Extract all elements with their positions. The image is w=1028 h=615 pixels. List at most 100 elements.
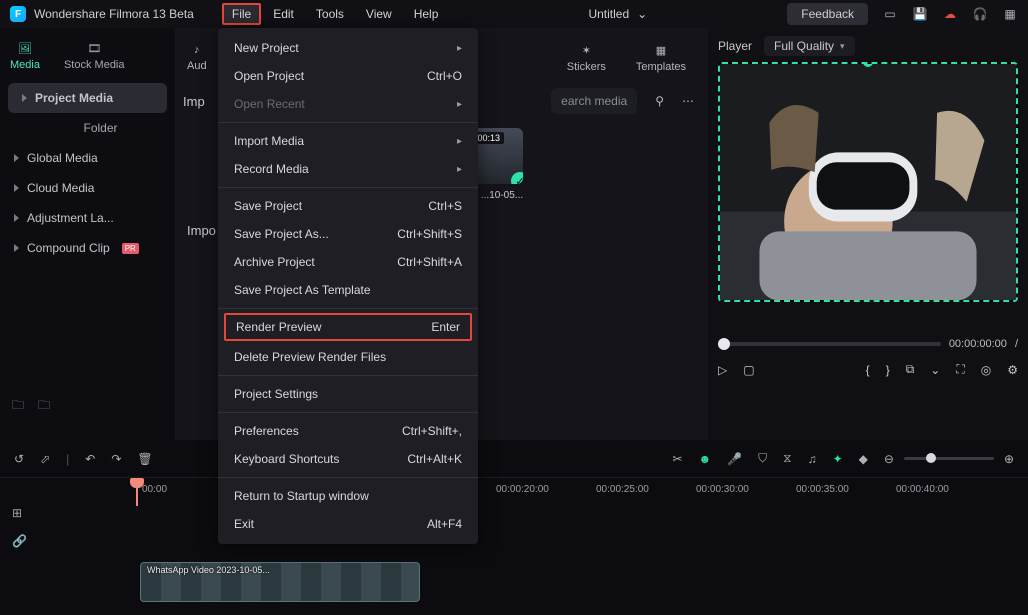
enhance-icon[interactable]: ✦	[833, 452, 843, 466]
file-menu-preferences[interactable]: PreferencesCtrl+Shift+,	[218, 417, 478, 445]
zoom-knob[interactable]	[926, 453, 936, 463]
search-input[interactable]: earch media	[551, 88, 637, 114]
menu-item-shortcut: Ctrl+Shift+S	[397, 227, 462, 241]
ruler-label: 00:00	[142, 484, 167, 495]
cloud-upload-icon[interactable]: ☁	[942, 6, 958, 22]
tab-stickers[interactable]: ✶ Stickers	[567, 44, 606, 73]
tab-media[interactable]: 🖼 Media	[10, 42, 40, 71]
scrub-track[interactable]	[718, 342, 941, 346]
timeline-panel: ↺ ⬀ | ↶ ↷ 🗑 ✂ ☻ 🎤 ⛉ ⧖ ♫ ✦ ◆ ⊖ ⊕ 00:0000:…	[0, 440, 1028, 615]
expand-icon[interactable]: ⛶	[956, 362, 964, 377]
scrub-bar[interactable]: 00:00:00:00 /	[718, 338, 1018, 350]
redo2-icon[interactable]: ↷	[111, 452, 121, 466]
file-menu-import-media[interactable]: Import Media▸	[218, 127, 478, 155]
file-menu-keyboard-shortcuts[interactable]: Keyboard ShortcutsCtrl+Alt+K	[218, 445, 478, 473]
stop-icon[interactable]: ▢	[743, 363, 754, 377]
chevron-down-icon: ▾	[840, 41, 845, 52]
tab-audio[interactable]: ♪ Aud	[187, 44, 207, 72]
tab-media-label: Media	[10, 59, 40, 71]
sidebar-item-adjustment-layer[interactable]: Adjustment La...	[0, 203, 175, 233]
menu-item-shortcut: Enter	[431, 320, 460, 334]
menu-file[interactable]: File	[222, 3, 261, 25]
tab-stock-label: Stock Media	[64, 59, 125, 71]
sidebar-item-global-media[interactable]: Global Media	[0, 143, 175, 173]
menu-separator	[218, 412, 478, 413]
file-menu-new-project[interactable]: New Project▸	[218, 34, 478, 62]
scrub-knob[interactable]	[718, 338, 730, 350]
sidebar-item-cloud-media[interactable]: Cloud Media	[0, 173, 175, 203]
tab-audio-label: Aud	[187, 60, 207, 72]
file-menu-open-project[interactable]: Open ProjectCtrl+O	[218, 62, 478, 90]
file-menu-project-settings[interactable]: Project Settings	[218, 380, 478, 408]
menu-edit[interactable]: Edit	[263, 3, 304, 25]
zoom-out-icon[interactable]: ⊖	[884, 452, 894, 466]
add-track-icon[interactable]: ⊞	[12, 506, 27, 520]
snapshot-icon[interactable]: ◎	[981, 363, 991, 377]
ai-icon[interactable]: ☻	[699, 452, 712, 466]
redo-icon[interactable]: ↺	[14, 452, 24, 466]
marker-icon[interactable]: ◆	[859, 452, 868, 466]
pointer-icon[interactable]: ⬀	[40, 452, 50, 466]
sidebar-item-label: Adjustment La...	[27, 211, 114, 225]
menu-view[interactable]: View	[356, 3, 402, 25]
file-menu-save-project-as-template[interactable]: Save Project As Template	[218, 276, 478, 304]
music-icon[interactable]: ♫	[808, 452, 817, 466]
sidebar-item-folder[interactable]: Folder	[0, 113, 175, 143]
menu-item-label: Preferences	[234, 424, 299, 438]
bracket-close-icon[interactable]: }	[886, 363, 890, 377]
undo-icon[interactable]: ↶	[85, 452, 95, 466]
sidebar-item-label: Global Media	[27, 151, 98, 165]
file-menu-return-to-startup-window[interactable]: Return to Startup window	[218, 482, 478, 510]
file-menu-archive-project[interactable]: Archive ProjectCtrl+Shift+A	[218, 248, 478, 276]
track-icons: ⊞ 🔗	[12, 506, 27, 548]
import-button[interactable]: Imp	[183, 94, 205, 109]
file-menu-exit[interactable]: ExitAlt+F4	[218, 510, 478, 538]
timeline-clip[interactable]: WhatsApp Video 2023-10-05...	[140, 562, 420, 602]
file-menu-record-media[interactable]: Record Media▸	[218, 155, 478, 183]
playhead[interactable]	[136, 478, 138, 506]
app-logo: F	[10, 6, 26, 22]
sidebar: 🖼 Media 🎞 Stock Media Project Media Fold…	[0, 28, 175, 440]
chevron-down-icon[interactable]: ⌄	[930, 363, 940, 377]
more-icon[interactable]: ⋯	[682, 94, 694, 108]
file-menu-save-project[interactable]: Save ProjectCtrl+S	[218, 192, 478, 220]
save-icon[interactable]: 💾	[912, 6, 928, 22]
file-menu-render-preview[interactable]: Render PreviewEnter	[224, 313, 472, 341]
preview-canvas[interactable]	[718, 62, 1018, 302]
tab-templates[interactable]: ▦ Templates	[636, 44, 686, 73]
compare-icon[interactable]: ⧉	[906, 362, 915, 377]
headphones-icon[interactable]: 🎧	[972, 6, 988, 22]
menu-tools[interactable]: Tools	[306, 3, 354, 25]
menu-help[interactable]: Help	[404, 3, 449, 25]
folder-add-icon[interactable]: 🗀	[12, 396, 24, 417]
menu-item-label: Return to Startup window	[234, 489, 369, 503]
bracket-open-icon[interactable]: {	[866, 363, 870, 377]
titlebar: F Wondershare Filmora 13 Beta File Edit …	[0, 0, 1028, 28]
file-menu-save-project-as-[interactable]: Save Project As...Ctrl+Shift+S	[218, 220, 478, 248]
tab-stickers-label: Stickers	[567, 61, 606, 73]
zoom-slider[interactable]	[904, 457, 994, 460]
sidebar-item-project-media[interactable]: Project Media	[8, 83, 167, 113]
sidebar-item-label: Cloud Media	[27, 181, 94, 195]
voice-icon[interactable]: 🎤	[727, 452, 742, 466]
file-menu-delete-preview-render-files[interactable]: Delete Preview Render Files	[218, 343, 478, 371]
settings-icon[interactable]: ⚙	[1007, 363, 1018, 377]
zoom-in-icon[interactable]: ⊕	[1004, 452, 1014, 466]
shield-icon[interactable]: ⛉	[758, 451, 767, 466]
monitor-icon[interactable]: ▭	[882, 6, 898, 22]
apps-grid-icon[interactable]: ▦	[1002, 6, 1018, 22]
feedback-button[interactable]: Feedback	[787, 3, 868, 25]
tab-stock-media[interactable]: 🎞 Stock Media	[64, 42, 125, 71]
bin-icon[interactable]: 🗀	[38, 396, 50, 417]
link-icon[interactable]: 🔗	[12, 534, 27, 548]
search-text: earch media	[561, 94, 627, 108]
doc-dropdown-icon[interactable]: ⌄	[637, 7, 647, 21]
sidebar-item-compound-clip[interactable]: Compound Clip PR	[0, 233, 175, 263]
filter-icon[interactable]: ⚲	[655, 94, 664, 108]
document-title: Untitled	[588, 7, 629, 21]
delete-icon[interactable]: 🗑	[137, 452, 152, 466]
speed-icon[interactable]: ⧖	[783, 451, 791, 466]
play-icon[interactable]: ▷	[718, 363, 727, 377]
split-icon[interactable]: ✂	[672, 452, 682, 466]
quality-select[interactable]: Full Quality ▾	[764, 36, 855, 56]
